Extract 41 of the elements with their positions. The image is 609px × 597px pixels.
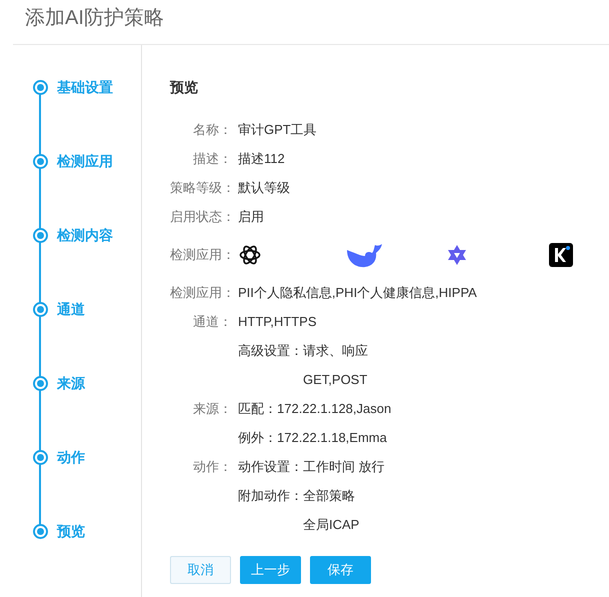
field-value: 工作时间 放行 [303, 458, 385, 476]
k-square-icon [549, 242, 573, 266]
action-button[interactable]: 取消 [170, 556, 231, 584]
field-label: 动作： [193, 459, 232, 474]
step-label[interactable]: 检测应用 [57, 150, 113, 172]
field-label: 描述： [193, 150, 232, 166]
step-label[interactable]: 检测内容 [57, 224, 113, 246]
step-label[interactable]: 来源 [57, 372, 85, 394]
field-value: HTTP,HTTPS [238, 312, 316, 331]
star-icon [445, 242, 469, 266]
field-value: 审计GPT工具 [238, 120, 317, 139]
action-button[interactable]: 上一步 [240, 556, 301, 584]
field-label: 策略等级： [170, 180, 235, 195]
field-label: 检测应用： [170, 284, 235, 300]
field-label: 高级设置： [238, 342, 303, 360]
step-label[interactable]: 动作 [57, 446, 85, 468]
field-value: PII个人隐私信息,PHI个人健康信息,HIPPA [238, 284, 477, 302]
field-value: 172.22.1.18,Emma [277, 429, 387, 447]
field-label: 启用状态： [170, 208, 235, 224]
field-value: 请求、响应 [303, 342, 368, 360]
field-value: 默认等级 [238, 178, 290, 197]
action-button[interactable]: 保存 [310, 556, 371, 584]
field-label: 通道： [193, 314, 232, 329]
field-value: 全局ICAP [303, 516, 360, 534]
step-label[interactable]: 通道 [57, 298, 85, 320]
field-value: 启用 [238, 208, 264, 226]
field-label: 动作设置： [238, 458, 303, 476]
field-label: 来源： [193, 401, 232, 416]
field-label: 匹配： [238, 400, 277, 418]
field-label: 检测应用： [170, 246, 235, 262]
field-value: GET,POST [303, 371, 368, 389]
section-heading: 预览 [170, 78, 199, 97]
field-label: 例外： [238, 429, 277, 447]
field-value: 全部策略 [303, 487, 356, 505]
field-label: 附加动作： [238, 487, 303, 505]
field-value: 172.22.1.128,Jason [277, 400, 392, 418]
field-label: 名称： [193, 122, 232, 137]
step-label[interactable]: 预览 [57, 520, 85, 542]
window-title: 添加AI防护策略 [25, 6, 164, 31]
field-value: 描述112 [238, 150, 285, 168]
step-label[interactable]: 基础设置 [57, 76, 113, 98]
